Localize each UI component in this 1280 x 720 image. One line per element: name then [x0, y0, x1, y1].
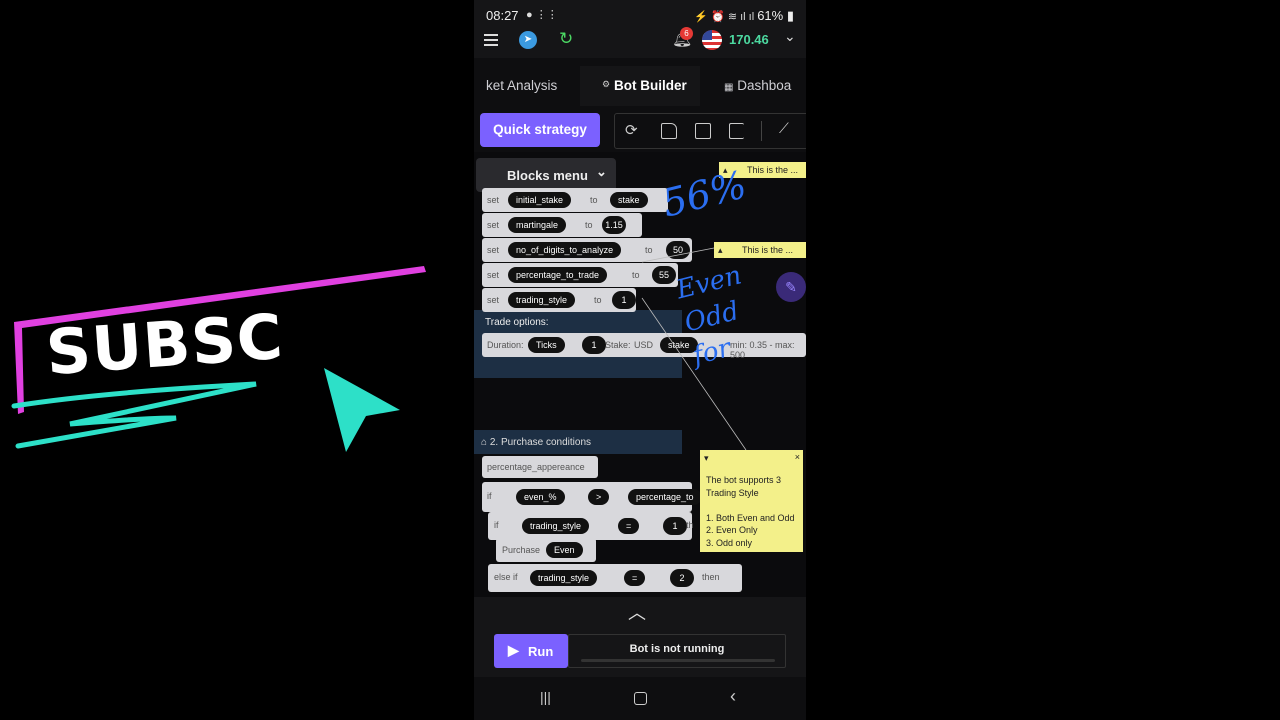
run-button[interactable]: ▶ Run	[494, 634, 568, 668]
note-line: 1. Both Even and Odd	[706, 512, 795, 523]
refresh-icon[interactable]: ↻	[559, 29, 573, 49]
tab-label: Dashboa	[737, 78, 792, 93]
bot-icon: ⚙	[602, 79, 611, 89]
chart-icon[interactable]: ⟋	[779, 120, 789, 137]
tab-dashboard[interactable]: ▦ Dashboa	[724, 78, 791, 93]
account-balance[interactable]: 170.46	[729, 32, 769, 47]
play-icon: ▶	[508, 642, 519, 658]
tab-bar: ket Analysis ⚙ Bot Builder ▦ Dashboa	[474, 66, 806, 106]
app-header: ➤ ↻ 🔔︎ 6 170.46 ⌄	[474, 26, 806, 58]
battery-percent: 61%	[757, 8, 784, 23]
edit-fab-icon[interactable]: ✎	[776, 272, 806, 302]
bot-status: Bot is not running	[568, 634, 786, 668]
note-line: 3. Odd only	[706, 537, 753, 548]
comment-note-expanded[interactable]: ▾ × The bot supports 3 Trading Style 1. …	[700, 450, 803, 552]
quick-strategy-button[interactable]: Quick strategy	[480, 113, 600, 147]
tab-label: Bot Builder	[614, 78, 687, 93]
note-text: This is the ...	[747, 165, 799, 175]
note-line: The bot supports 3	[706, 475, 782, 485]
note-line: 2. Even Only	[706, 525, 758, 535]
open-icon[interactable]	[661, 123, 677, 139]
close-icon[interactable]: ×	[795, 452, 800, 462]
tab-label: ket Analysis	[486, 78, 558, 93]
run-label: Run	[528, 644, 554, 659]
menu-icon[interactable]	[484, 34, 498, 46]
save-icon[interactable]	[695, 123, 711, 139]
toolbar-icons: ⟳ ⟋	[614, 113, 806, 149]
battery-level: ⚡ ⏰ ≋ ıl ıl 61% ▮	[694, 8, 794, 23]
us-flag-icon[interactable]	[702, 30, 722, 50]
note-line	[706, 499, 795, 512]
phone-screen: 08:27 ● ⋮⋮ ⚡ ⏰ ≋ ıl ıl 61% ▮ ➤ ↻ 🔔︎ 6 17…	[474, 0, 806, 720]
toolbar: Quick strategy ⟳ ⟋	[480, 113, 806, 149]
reset-icon[interactable]: ⟳	[625, 121, 638, 139]
back-icon[interactable]: ‹	[730, 686, 736, 707]
swoosh-accent	[11, 381, 257, 449]
home-icon[interactable]	[634, 692, 647, 705]
notification-badge: 6	[680, 27, 693, 40]
status-progress-track	[581, 659, 775, 662]
collapse-icon[interactable]: ▾	[704, 453, 709, 464]
dashboard-icon: ▦	[724, 82, 734, 93]
sort-icon[interactable]	[729, 123, 744, 139]
blocks-workspace[interactable]: Blocks menu ⌄ set initial_stake to stake…	[474, 152, 806, 597]
expand-chevron-icon[interactable]: ︿	[628, 599, 646, 625]
bot-status-text: Bot is not running	[629, 643, 725, 655]
note-text: This is the ...	[742, 245, 794, 255]
chevron-down-icon[interactable]: ⌄	[784, 28, 796, 45]
run-panel: ︿ ▶ Run Bot is not running	[474, 597, 806, 677]
cursor-arrow-icon	[324, 368, 400, 452]
recent-apps-icon[interactable]: |||	[540, 689, 551, 705]
telegram-icon[interactable]: ➤	[519, 31, 537, 49]
tab-bot-builder[interactable]: ⚙ Bot Builder	[580, 66, 700, 106]
signal-icons: ⚡ ⏰ ≋ ıl ıl	[694, 11, 758, 23]
android-nav-bar: ||| ‹	[474, 677, 806, 720]
collapse-icon: ▴	[718, 245, 723, 255]
note-line: Trading Style	[706, 487, 759, 498]
toolbar-divider	[761, 121, 762, 141]
status-icons: ● ⋮⋮	[526, 9, 558, 21]
note-body: The bot supports 3 Trading Style 1. Both…	[706, 474, 795, 549]
tab-market-analysis[interactable]: ket Analysis	[486, 78, 557, 93]
clock: 08:27	[486, 8, 519, 23]
